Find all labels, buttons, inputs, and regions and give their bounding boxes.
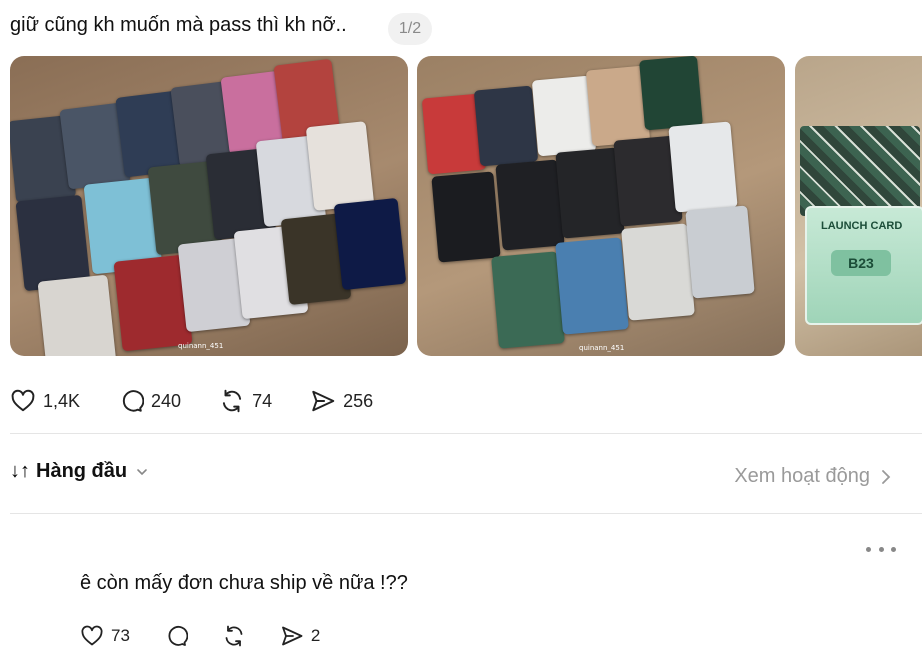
reply-repost-button[interactable] [222, 624, 246, 648]
divider [10, 433, 922, 434]
photo-watermark: quinann_451 [178, 342, 224, 350]
photo-3[interactable]: LAUNCH CARD B23 [795, 56, 922, 356]
like-button[interactable]: 1,4K [10, 388, 80, 414]
sort-dropdown[interactable]: ↓↑ Hàng đầu [10, 460, 149, 483]
share-icon [282, 626, 303, 646]
view-activity-label: Xem hoạt động [734, 465, 870, 487]
reply-actions: 73 2 [80, 622, 354, 650]
view-activity-link[interactable]: Xem hoạt động [734, 465, 892, 488]
photo-2[interactable]: quinann_451 [417, 56, 785, 356]
badge-code: B23 [831, 250, 891, 276]
comment-icon [122, 390, 145, 412]
reply-text: ê còn mấy đơn chưa ship về nữa !?? [80, 572, 408, 594]
repost-button[interactable]: 74 [219, 388, 272, 414]
repost-count: 74 [252, 390, 273, 411]
reply-share-button[interactable]: 2 [280, 624, 320, 648]
chevron-right-icon [882, 469, 891, 484]
badge-title: LAUNCH CARD [821, 220, 903, 232]
post-actions: 1,4K 240 74 256 [10, 386, 411, 416]
chevron-down-icon [137, 468, 147, 475]
reply-share-count: 2 [310, 626, 321, 645]
reply-comment-button[interactable] [164, 624, 188, 648]
launch-card-badge: LAUNCH CARD B23 [805, 206, 922, 325]
reply-like-button[interactable]: 73 [80, 624, 130, 648]
comment-count: 240 [151, 390, 182, 411]
lanyard-graphic [800, 126, 920, 216]
repost-icon [222, 389, 242, 413]
heart-icon [81, 625, 103, 646]
share-button[interactable]: 256 [310, 388, 373, 414]
sort-label: Hàng đầu [36, 460, 128, 482]
comment-icon [168, 626, 188, 646]
divider [10, 513, 922, 514]
repost-icon [225, 625, 243, 647]
like-count: 1,4K [43, 390, 81, 411]
image-counter: 1/2 [388, 13, 432, 45]
share-count: 256 [343, 390, 374, 411]
post-caption: giữ cũng kh muốn mà pass thì kh nỡ.. [10, 14, 347, 36]
heart-icon [11, 389, 35, 412]
share-icon [312, 390, 335, 412]
photo-watermark: quinann_451 [579, 344, 625, 352]
more-options-button[interactable] [866, 540, 896, 558]
more-icon [866, 546, 871, 552]
photo-1[interactable]: quinann_451 [10, 56, 408, 356]
reply-like-count: 73 [111, 626, 130, 645]
sort-icon: ↓↑ [10, 460, 30, 482]
comment-button[interactable]: 240 [118, 388, 181, 414]
image-gallery[interactable]: quinann_451 quinann_451 LAUNCH CARD B23 [0, 56, 922, 356]
